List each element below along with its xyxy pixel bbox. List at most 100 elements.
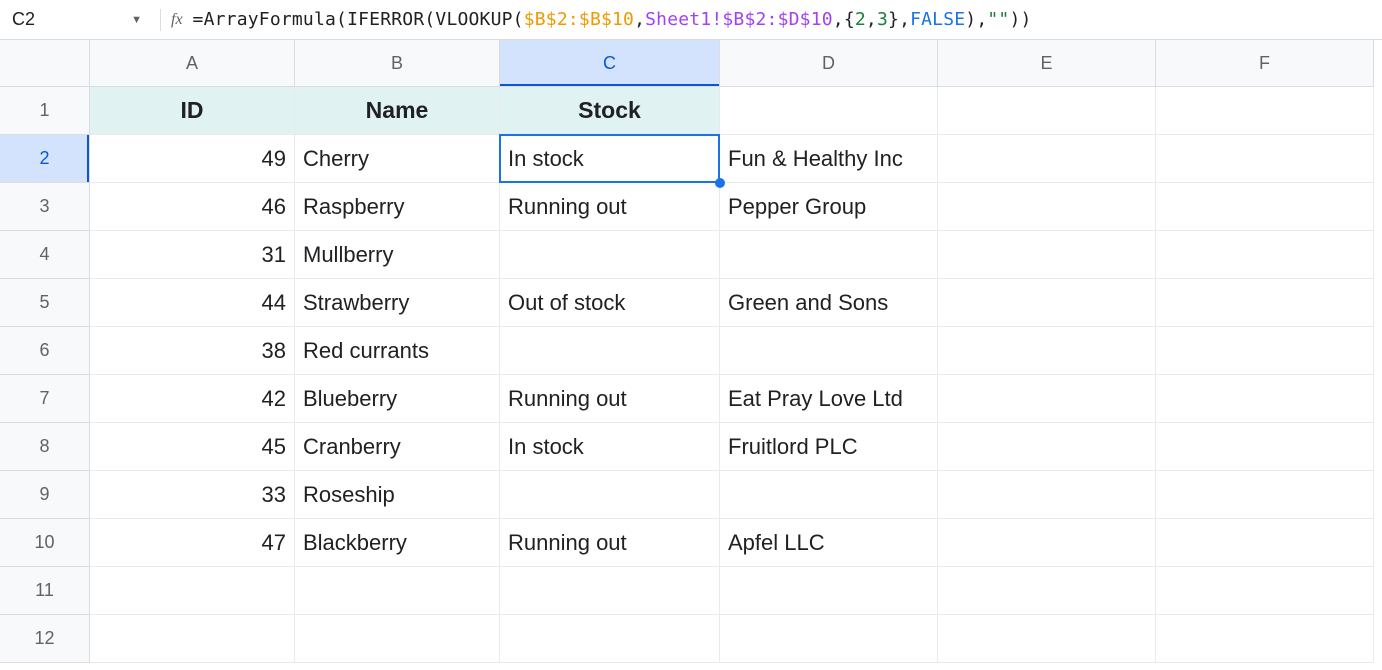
cell-A10[interactable]: 47 xyxy=(90,519,295,567)
row-header-6[interactable]: 6 xyxy=(0,327,90,375)
cell-D11[interactable] xyxy=(720,567,938,615)
formula-token: } xyxy=(888,9,899,30)
cell-F6[interactable] xyxy=(1156,327,1374,375)
cell-B1[interactable]: Name xyxy=(295,87,500,135)
cell-A4[interactable]: 31 xyxy=(90,231,295,279)
formula-input[interactable]: =ArrayFormula(IFERROR(VLOOKUP($B$2:$B$10… xyxy=(193,9,1032,30)
cell-E12[interactable] xyxy=(938,615,1156,663)
cell-B12[interactable] xyxy=(295,615,500,663)
cell-B9[interactable]: Roseship xyxy=(295,471,500,519)
cell-F9[interactable] xyxy=(1156,471,1374,519)
cell-F10[interactable] xyxy=(1156,519,1374,567)
row-header-10[interactable]: 10 xyxy=(0,519,90,567)
cell-F11[interactable] xyxy=(1156,567,1374,615)
cell-E8[interactable] xyxy=(938,423,1156,471)
row-header-9[interactable]: 9 xyxy=(0,471,90,519)
cell-F8[interactable] xyxy=(1156,423,1374,471)
cell-D12[interactable] xyxy=(720,615,938,663)
cell-B6[interactable]: Red currants xyxy=(295,327,500,375)
name-box-value: C2 xyxy=(12,9,131,30)
cell-D5[interactable]: Green and Sons xyxy=(720,279,938,327)
row-header-8[interactable]: 8 xyxy=(0,423,90,471)
cell-F12[interactable] xyxy=(1156,615,1374,663)
cell-D7[interactable]: Eat Pray Love Ltd xyxy=(720,375,938,423)
cell-E1[interactable] xyxy=(938,87,1156,135)
cell-B2[interactable]: Cherry xyxy=(295,135,500,183)
cell-C8[interactable]: In stock xyxy=(500,423,720,471)
formula-bar-row: C2 ▼ fx =ArrayFormula(IFERROR(VLOOKUP($B… xyxy=(0,0,1382,40)
cell-A9[interactable]: 33 xyxy=(90,471,295,519)
cell-A7[interactable]: 42 xyxy=(90,375,295,423)
cell-E5[interactable] xyxy=(938,279,1156,327)
cell-C3[interactable]: Running out xyxy=(500,183,720,231)
cell-B7[interactable]: Blueberry xyxy=(295,375,500,423)
name-box-dropdown-icon[interactable]: ▼ xyxy=(131,14,150,26)
cell-D3[interactable]: Pepper Group xyxy=(720,183,938,231)
row-header-1[interactable]: 1 xyxy=(0,87,90,135)
cell-E10[interactable] xyxy=(938,519,1156,567)
column-header-E[interactable]: E xyxy=(938,40,1156,87)
cell-A8[interactable]: 45 xyxy=(90,423,295,471)
cell-C10[interactable]: Running out xyxy=(500,519,720,567)
row-headers: 123456789101112 xyxy=(0,87,90,663)
cell-F3[interactable] xyxy=(1156,183,1374,231)
cell-D6[interactable] xyxy=(720,327,938,375)
cell-C11[interactable] xyxy=(500,567,720,615)
cell-D9[interactable] xyxy=(720,471,938,519)
cell-C7[interactable]: Running out xyxy=(500,375,720,423)
cell-E2[interactable] xyxy=(938,135,1156,183)
cell-C5[interactable]: Out of stock xyxy=(500,279,720,327)
fill-handle[interactable] xyxy=(715,178,725,188)
cell-B3[interactable]: Raspberry xyxy=(295,183,500,231)
cell-A11[interactable] xyxy=(90,567,295,615)
column-header-C[interactable]: C xyxy=(500,40,720,87)
column-header-F[interactable]: F xyxy=(1156,40,1374,87)
row-header-7[interactable]: 7 xyxy=(0,375,90,423)
row-header-5[interactable]: 5 xyxy=(0,279,90,327)
cell-D10[interactable]: Apfel LLC xyxy=(720,519,938,567)
select-all-corner[interactable] xyxy=(0,40,90,87)
cell-F7[interactable] xyxy=(1156,375,1374,423)
column-header-D[interactable]: D xyxy=(720,40,938,87)
cell-B5[interactable]: Strawberry xyxy=(295,279,500,327)
cell-D8[interactable]: Fruitlord PLC xyxy=(720,423,938,471)
cell-F5[interactable] xyxy=(1156,279,1374,327)
cell-A2[interactable]: 49 xyxy=(90,135,295,183)
cell-B10[interactable]: Blackberry xyxy=(295,519,500,567)
column-header-B[interactable]: B xyxy=(295,40,500,87)
cell-C2[interactable]: In stock xyxy=(500,135,720,183)
cell-A6[interactable]: 38 xyxy=(90,327,295,375)
cell-E7[interactable] xyxy=(938,375,1156,423)
cell-B8[interactable]: Cranberry xyxy=(295,423,500,471)
column-header-A[interactable]: A xyxy=(90,40,295,87)
row-header-2[interactable]: 2 xyxy=(0,135,90,183)
cell-A1[interactable]: ID xyxy=(90,87,295,135)
cell-E4[interactable] xyxy=(938,231,1156,279)
cell-F2[interactable] xyxy=(1156,135,1374,183)
row-header-11[interactable]: 11 xyxy=(0,567,90,615)
cell-A5[interactable]: 44 xyxy=(90,279,295,327)
cell-E9[interactable] xyxy=(938,471,1156,519)
name-box[interactable]: C2 ▼ xyxy=(0,0,150,39)
row-header-4[interactable]: 4 xyxy=(0,231,90,279)
cell-D1[interactable] xyxy=(720,87,938,135)
cell-F4[interactable] xyxy=(1156,231,1374,279)
cell-C6[interactable] xyxy=(500,327,720,375)
cell-E6[interactable] xyxy=(938,327,1156,375)
cell-A12[interactable] xyxy=(90,615,295,663)
cell-C4[interactable] xyxy=(500,231,720,279)
cell-E3[interactable] xyxy=(938,183,1156,231)
formula-token: ) xyxy=(1021,9,1032,30)
cell-B4[interactable]: Mullberry xyxy=(295,231,500,279)
row-header-3[interactable]: 3 xyxy=(0,183,90,231)
cell-B11[interactable] xyxy=(295,567,500,615)
cell-D4[interactable] xyxy=(720,231,938,279)
row-header-12[interactable]: 12 xyxy=(0,615,90,663)
cell-C9[interactable] xyxy=(500,471,720,519)
cell-F1[interactable] xyxy=(1156,87,1374,135)
cell-D2[interactable]: Fun & Healthy Inc xyxy=(720,135,938,183)
cell-E11[interactable] xyxy=(938,567,1156,615)
cell-C12[interactable] xyxy=(500,615,720,663)
cell-C1[interactable]: Stock xyxy=(500,87,720,135)
cell-A3[interactable]: 46 xyxy=(90,183,295,231)
